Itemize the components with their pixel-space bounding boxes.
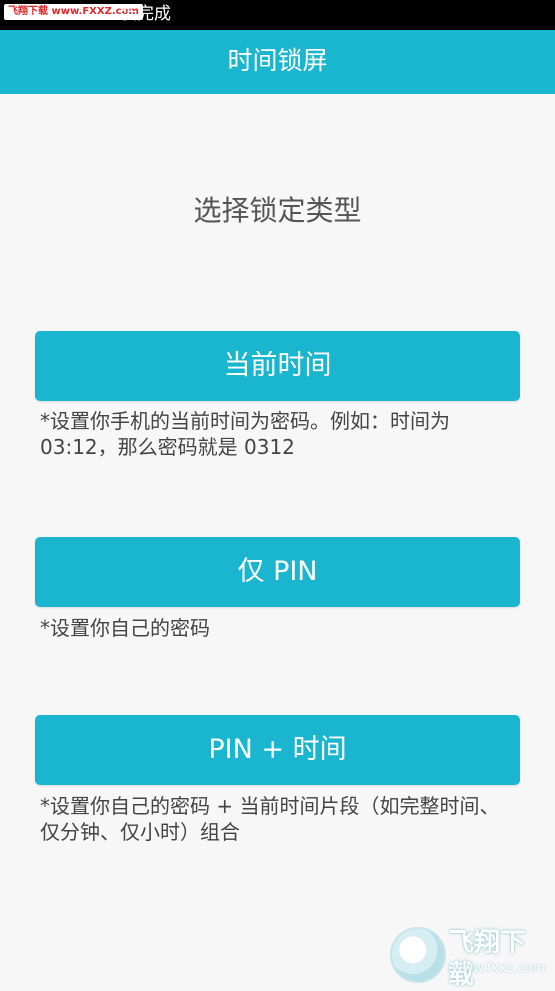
pin-plus-time-button[interactable]: PIN + 时间 (35, 715, 520, 785)
watermark-url: www.fxxz.com (452, 961, 546, 976)
page-heading: 选择锁定类型 (193, 194, 362, 227)
watermark-title: 飞翔下载 (448, 928, 527, 990)
pin-only-button[interactable]: 仅 PIN (35, 537, 520, 607)
current-time-description: *设置你手机的当前时间为密码。例如：时间为 03:12，那么密码就是 0312 (40, 409, 450, 459)
app-title: 时间锁屏 (227, 46, 328, 75)
status-bar: 飞翔下载 www.FXXZ.com 装完成 (0, 0, 555, 30)
watermark-logo-icon (390, 927, 446, 983)
app-bar: 时间锁屏 (0, 30, 555, 94)
current-time-button[interactable]: 当前时间 (35, 331, 520, 401)
pin-plus-time-description: *设置你自己的密码 + 当前时间片段（如完整时间、仅分钟、仅小时）组合 (40, 794, 500, 844)
status-notification-text: 装完成 (120, 4, 171, 24)
corner-watermark: 飞翔下载 www.fxxz.com (390, 925, 550, 990)
pin-only-description: *设置你自己的密码 (40, 616, 210, 640)
